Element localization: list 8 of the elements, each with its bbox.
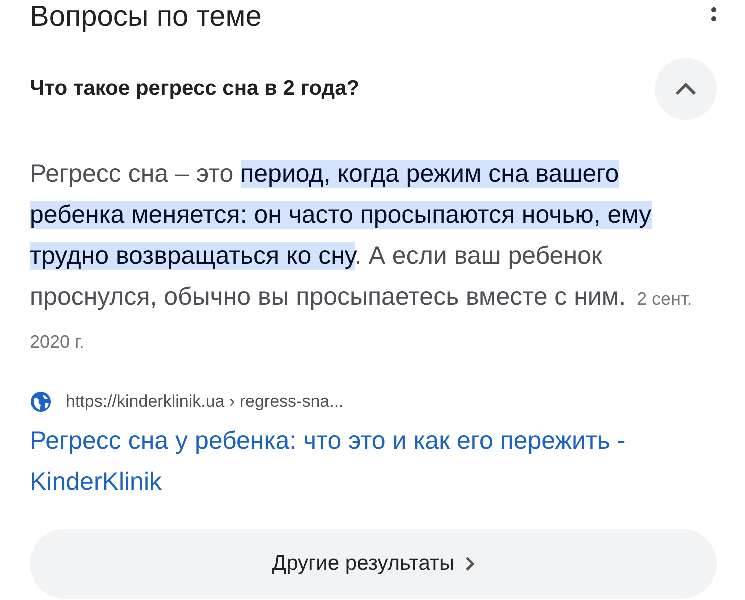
chevron-icon: [675, 82, 697, 96]
globe-icon: [30, 391, 52, 413]
section-title: Вопросы по теме: [30, 0, 262, 34]
question-text[interactable]: Что такое регресс сна в 2 года?: [30, 77, 360, 101]
result-link[interactable]: Регресс сна у ребенка: что это и как его пережить - KinderKlinik: [30, 421, 717, 503]
source-url[interactable]: https://kinderklinik.ua › regress-sna...: [66, 392, 344, 412]
chevron-icon: [464, 556, 475, 572]
more-results-button[interactable]: Другие результаты: [30, 529, 717, 599]
